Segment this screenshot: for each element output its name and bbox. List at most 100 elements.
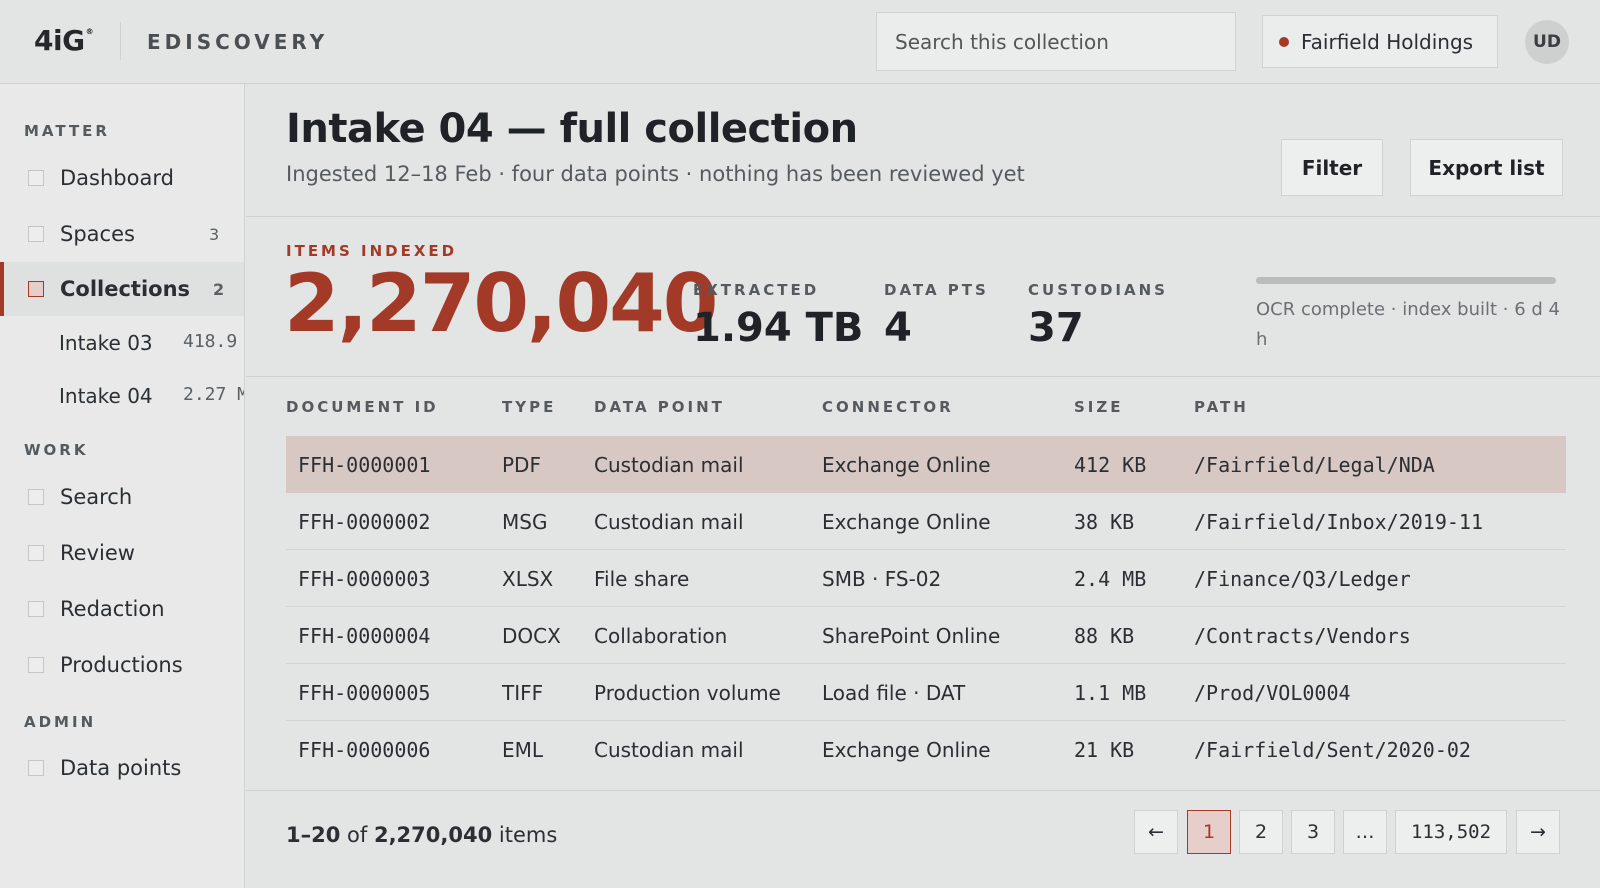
table-row[interactable]: FFH-0000001 PDF Custodian mail Exchange … bbox=[286, 436, 1566, 493]
sidebar-item-redaction[interactable]: Redaction bbox=[0, 582, 244, 636]
cell-type: MSG bbox=[502, 510, 548, 534]
sidebar: MATTER Dashboard Spaces 3 Collections 2 … bbox=[0, 84, 245, 888]
cell-document-id: FFH-0000002 bbox=[298, 510, 431, 534]
cell-data-point: Production volume bbox=[594, 681, 781, 705]
page-2-button[interactable]: 2 bbox=[1239, 810, 1283, 854]
sidebar-item-label: Productions bbox=[60, 653, 183, 677]
processing-status: OCR complete · index built · 6 d 4 h bbox=[1256, 299, 1561, 350]
cell-size: 1.1 MB bbox=[1074, 681, 1147, 705]
section-label-matter: MATTER bbox=[24, 122, 110, 140]
next-page-button[interactable]: → bbox=[1516, 810, 1560, 854]
page-ellipsis: … bbox=[1343, 810, 1387, 854]
nav-square-icon bbox=[28, 601, 44, 617]
total-count: 2,270,040 bbox=[373, 823, 493, 847]
nav-square-icon bbox=[28, 760, 44, 776]
nav-square-icon bbox=[28, 489, 44, 505]
subitem-size: 2.27 M bbox=[183, 384, 245, 405]
cell-type: XLSX bbox=[502, 567, 554, 591]
cell-document-id: FFH-0000005 bbox=[298, 681, 431, 705]
cell-connector: Exchange Online bbox=[822, 510, 991, 534]
column-header-document-id[interactable]: DOCUMENT ID bbox=[286, 398, 439, 416]
sidebar-item-spaces[interactable]: Spaces 3 bbox=[0, 207, 244, 261]
main-content: Intake 04 — full collection Ingested 12–… bbox=[246, 84, 1600, 888]
sidebar-item-label: Review bbox=[60, 541, 135, 565]
user-avatar[interactable]: UD bbox=[1525, 20, 1569, 64]
cell-path: /Finance/Q3/Ledger bbox=[1194, 567, 1411, 591]
cell-connector: Load file · DAT bbox=[822, 681, 966, 705]
result-range: 1–20 of 2,270,040 items bbox=[286, 823, 557, 847]
cell-connector: SharePoint Online bbox=[822, 624, 1001, 648]
sidebar-item-count: 3 bbox=[209, 224, 220, 244]
column-header-connector[interactable]: CONNECTOR bbox=[822, 398, 954, 416]
table-row[interactable]: FFH-0000003 XLSX File share SMB · FS-02 … bbox=[286, 550, 1566, 607]
last-page-button[interactable]: 113,502 bbox=[1395, 810, 1507, 854]
cell-type: EML bbox=[502, 738, 544, 762]
cell-path: /Prod/VOL0004 bbox=[1194, 681, 1351, 705]
filter-button[interactable]: Filter bbox=[1281, 139, 1383, 196]
nav-square-icon bbox=[28, 545, 44, 561]
cell-document-id: FFH-0000006 bbox=[298, 738, 431, 762]
search-input[interactable] bbox=[895, 29, 1217, 54]
sidebar-item-search[interactable]: Search bbox=[0, 470, 244, 524]
table-row[interactable]: FFH-0000004 DOCX Collaboration SharePoin… bbox=[286, 607, 1566, 664]
app-logo[interactable]: 4iG® bbox=[34, 24, 94, 57]
cell-type: TIFF bbox=[502, 681, 544, 705]
data-pts-label: DATA PTS bbox=[884, 281, 989, 299]
cell-document-id: FFH-0000004 bbox=[298, 624, 431, 648]
sidebar-item-dashboard[interactable]: Dashboard bbox=[0, 151, 244, 205]
export-list-button[interactable]: Export list bbox=[1410, 139, 1563, 196]
cell-path: /Fairfield/Legal/NDA bbox=[1194, 453, 1435, 477]
column-header-path[interactable]: PATH bbox=[1194, 398, 1249, 416]
cell-data-point: Collaboration bbox=[594, 624, 728, 648]
custodians-label: CUSTODIANS bbox=[1028, 281, 1168, 299]
page-3-button[interactable]: 3 bbox=[1291, 810, 1335, 854]
pagination-footer: 1–20 of 2,270,040 items ← 1 2 3 … 113,50… bbox=[246, 790, 1600, 888]
header-divider bbox=[120, 22, 121, 60]
subitem-label: Intake 04 bbox=[59, 384, 153, 408]
nav-square-icon bbox=[28, 226, 44, 242]
cell-data-point: File share bbox=[594, 567, 690, 591]
sidebar-item-label: Redaction bbox=[60, 597, 165, 621]
cell-path: /Fairfield/Sent/2020-02 bbox=[1194, 738, 1471, 762]
cell-type: DOCX bbox=[502, 624, 561, 648]
items-word: items bbox=[498, 823, 558, 847]
nav-square-icon bbox=[28, 657, 44, 673]
page-subtitle: Ingested 12–18 Feb · four data points · … bbox=[286, 162, 1025, 186]
search-box[interactable] bbox=[876, 12, 1236, 71]
logo-text: 4iG bbox=[34, 24, 85, 57]
sidebar-item-collections[interactable]: Collections 2 bbox=[0, 262, 244, 316]
column-header-data-point[interactable]: DATA POINT bbox=[594, 398, 725, 416]
logo-mark: ® bbox=[85, 27, 94, 36]
column-header-size[interactable]: SIZE bbox=[1074, 398, 1124, 416]
sidebar-item-data-points[interactable]: Data points bbox=[0, 741, 244, 795]
table-row[interactable]: FFH-0000002 MSG Custodian mail Exchange … bbox=[286, 493, 1566, 550]
range-value: 1–20 bbox=[286, 823, 341, 847]
page-header: Intake 04 — full collection Ingested 12–… bbox=[246, 84, 1600, 217]
progress-fill bbox=[1256, 277, 1556, 284]
subitem-label: Intake 03 bbox=[59, 331, 153, 355]
cell-document-id: FFH-0000001 bbox=[298, 453, 431, 477]
cell-size: 88 KB bbox=[1074, 624, 1135, 648]
table-row[interactable]: FFH-0000005 TIFF Production volume Load … bbox=[286, 664, 1566, 721]
page-title: Intake 04 — full collection bbox=[286, 106, 858, 152]
prev-page-button[interactable]: ← bbox=[1134, 810, 1178, 854]
section-label-work: WORK bbox=[24, 441, 89, 459]
sidebar-item-productions[interactable]: Productions bbox=[0, 638, 244, 692]
column-header-type[interactable]: TYPE bbox=[502, 398, 556, 416]
page-1-button[interactable]: 1 bbox=[1187, 810, 1231, 854]
sidebar-item-review[interactable]: Review bbox=[0, 526, 244, 580]
sidebar-item-count: 2 bbox=[213, 279, 225, 299]
table-row[interactable]: FFH-0000006 EML Custodian mail Exchange … bbox=[286, 721, 1566, 778]
data-pts-value: 4 bbox=[884, 305, 912, 351]
range-of: of bbox=[347, 823, 368, 847]
app-name: EDISCOVERY bbox=[147, 30, 329, 54]
sidebar-subitem-intake-04[interactable]: Intake 04 2.27 M bbox=[59, 384, 245, 408]
org-switcher[interactable]: Fairfield Holdings bbox=[1262, 15, 1498, 68]
status-dot-icon bbox=[1279, 36, 1289, 47]
sidebar-item-label: Dashboard bbox=[60, 166, 174, 190]
cell-size: 38 KB bbox=[1074, 510, 1135, 534]
sidebar-item-label: Collections bbox=[60, 277, 191, 301]
sidebar-subitem-intake-03[interactable]: Intake 03 418.9 bbox=[59, 331, 244, 355]
cell-path: /Fairfield/Inbox/2019-11 bbox=[1194, 510, 1483, 534]
cell-size: 2.4 MB bbox=[1074, 567, 1147, 591]
